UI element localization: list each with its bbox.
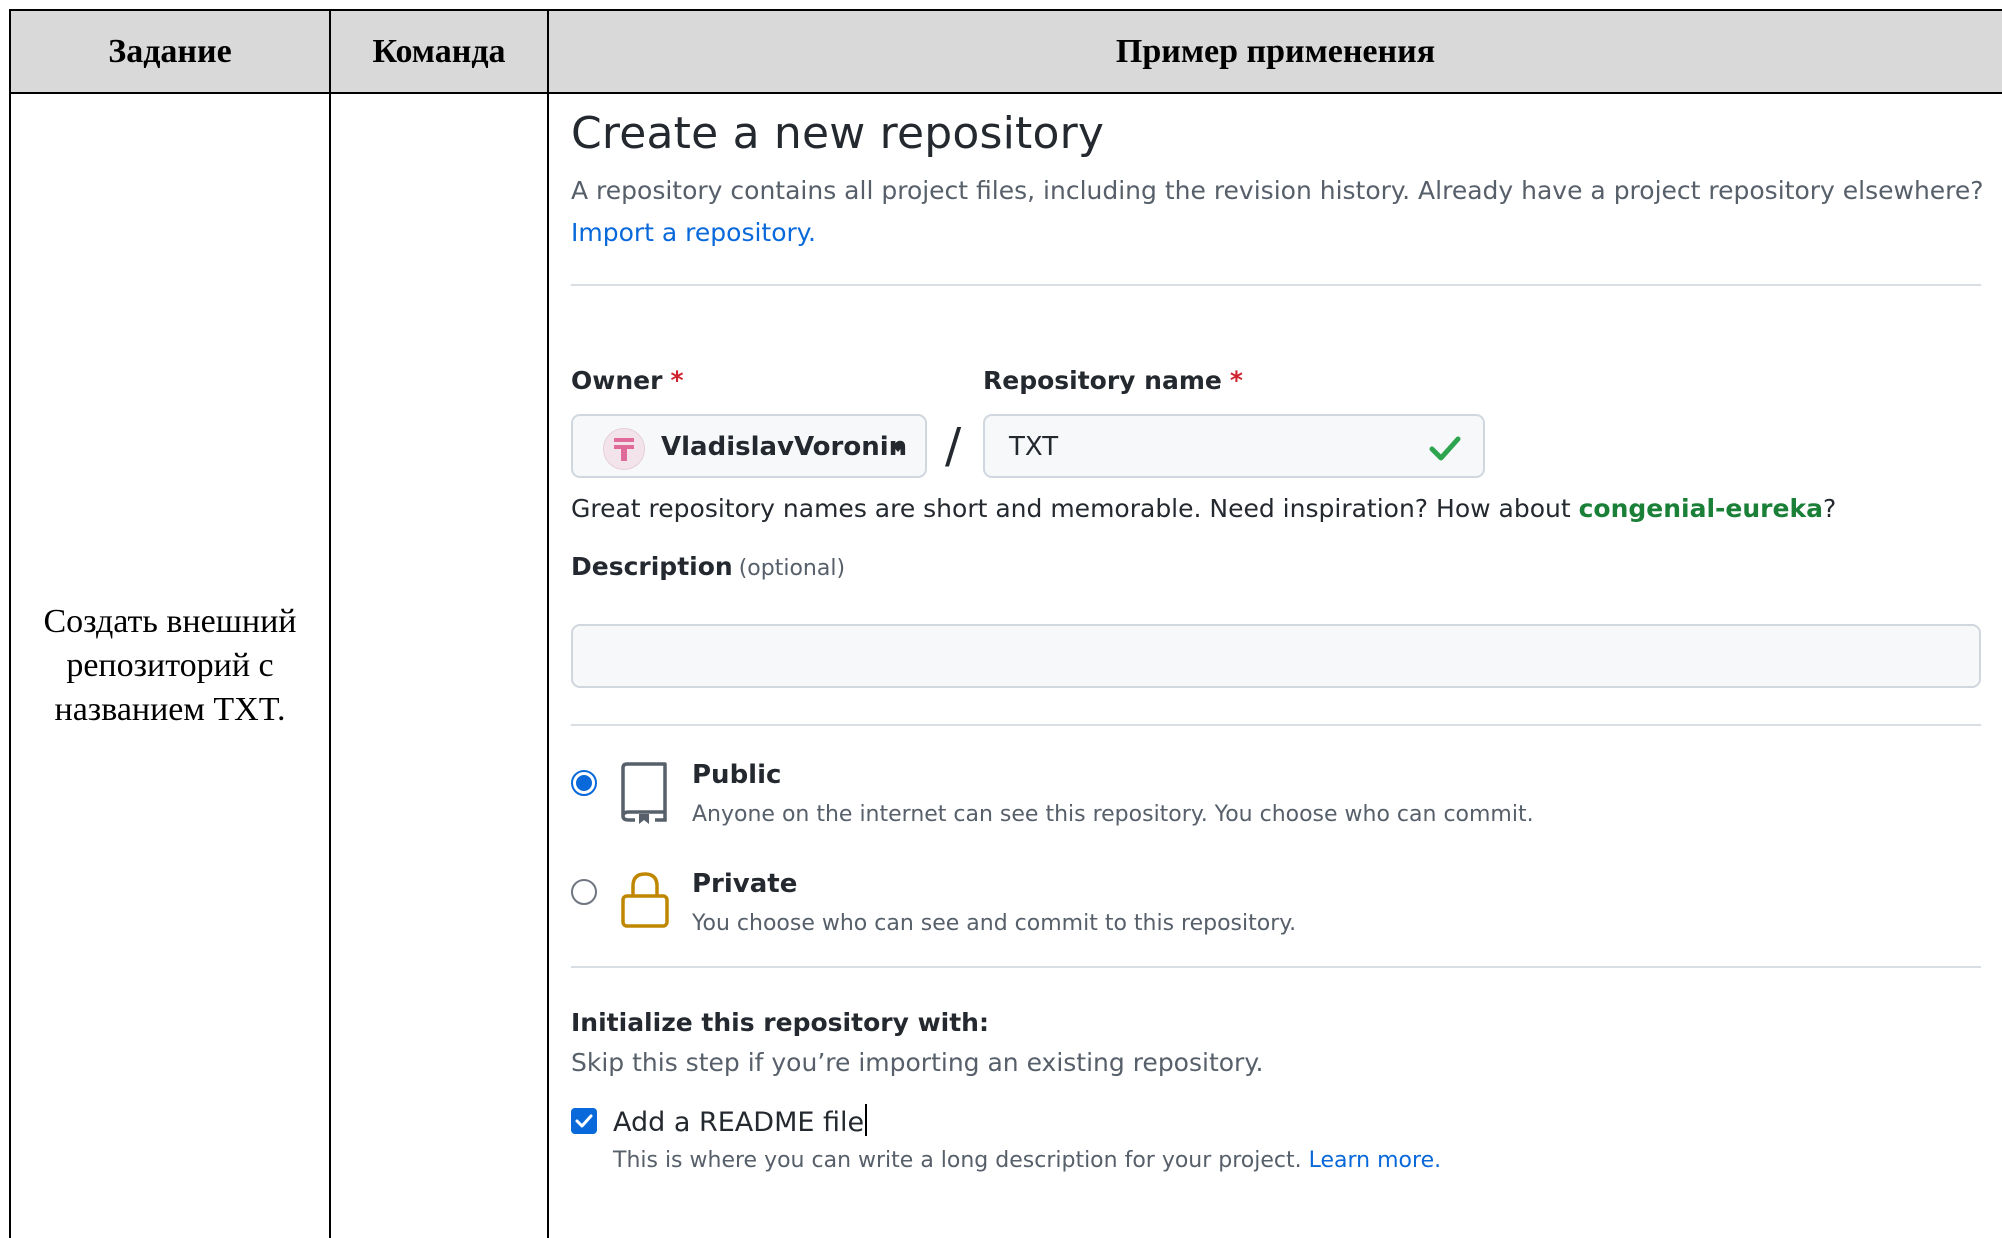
required-mark: * bbox=[1229, 366, 1243, 395]
visibility-private-radio[interactable] bbox=[571, 879, 597, 905]
task-line: репозиторий с bbox=[66, 647, 274, 684]
init-subtitle: Skip this step if you’re importing an ex… bbox=[571, 1048, 1264, 1077]
owner-select[interactable]: VladislavVoronin bbox=[571, 414, 927, 478]
task-description: Создать внешний репозиторий с названием … bbox=[11, 600, 329, 732]
repository-name-input[interactable]: TXT bbox=[983, 414, 1485, 478]
command-cell bbox=[331, 94, 547, 1238]
required-mark: * bbox=[670, 366, 684, 395]
description-input[interactable] bbox=[571, 624, 1981, 688]
checkmark-icon bbox=[575, 1114, 593, 1128]
owner-repo-separator: / bbox=[945, 418, 962, 474]
visibility-private-title: Private bbox=[692, 869, 798, 899]
repo-icon bbox=[621, 762, 667, 824]
learn-more-link[interactable]: Learn more. bbox=[1309, 1148, 1441, 1173]
lock-icon bbox=[621, 872, 669, 928]
description-label: Description (optional) bbox=[571, 552, 845, 581]
task-line: Создать внешний bbox=[43, 603, 297, 640]
divider bbox=[571, 284, 1981, 286]
repo-name-label: Repository name * bbox=[983, 366, 1243, 395]
github-new-repo-screenshot: Create a new repository A repository con… bbox=[549, 96, 2002, 1236]
divider bbox=[571, 966, 1981, 968]
owner-label: Owner * bbox=[571, 366, 684, 395]
header-task: Задание bbox=[11, 11, 329, 92]
description-optional: (optional) bbox=[738, 556, 846, 581]
init-title: Initialize this repository with: bbox=[571, 1008, 989, 1037]
text-cursor bbox=[865, 1104, 868, 1136]
name-hint-suffix: ? bbox=[1822, 494, 1837, 523]
chevron-down-icon bbox=[891, 444, 905, 452]
visibility-private-desc: You choose who can see and commit to thi… bbox=[692, 911, 1297, 936]
avatar-identicon bbox=[614, 438, 634, 461]
check-icon bbox=[1429, 436, 1461, 461]
visibility-public-title: Public bbox=[692, 760, 782, 790]
readme-label[interactable]: Add a README file bbox=[613, 1104, 868, 1138]
readme-checkbox[interactable] bbox=[571, 1108, 597, 1134]
readme-description: This is where you can write a long descr… bbox=[613, 1148, 1441, 1173]
readme-description-text: This is where you can write a long descr… bbox=[613, 1148, 1302, 1173]
name-suggestion-link[interactable]: congenial-eureka bbox=[1579, 494, 1823, 523]
visibility-public-radio[interactable] bbox=[571, 770, 597, 796]
repository-name-value: TXT bbox=[1009, 432, 1059, 462]
name-hint: Great repository names are short and mem… bbox=[571, 494, 1836, 523]
header-example: Пример применения bbox=[549, 11, 2002, 92]
page-title: Create a new repository bbox=[571, 108, 1105, 159]
header-command: Команда bbox=[331, 11, 547, 92]
visibility-public-desc: Anyone on the internet can see this repo… bbox=[692, 802, 1534, 827]
readme-label-text: Add a README file bbox=[613, 1107, 865, 1138]
page-subtitle: A repository contains all project files,… bbox=[571, 176, 1984, 205]
owner-label-text: Owner bbox=[571, 366, 663, 395]
owner-name: VladislavVoronin bbox=[661, 432, 908, 462]
divider bbox=[571, 724, 1981, 726]
repo-name-label-text: Repository name bbox=[983, 366, 1222, 395]
table-border-header bbox=[9, 92, 2002, 94]
import-repository-link[interactable]: Import a repository. bbox=[571, 218, 816, 247]
task-line: названием TXT. bbox=[54, 691, 286, 728]
name-hint-text: Great repository names are short and mem… bbox=[571, 494, 1579, 523]
table-border-top bbox=[9, 9, 2002, 11]
avatar bbox=[603, 428, 645, 470]
description-label-text: Description bbox=[571, 552, 733, 581]
